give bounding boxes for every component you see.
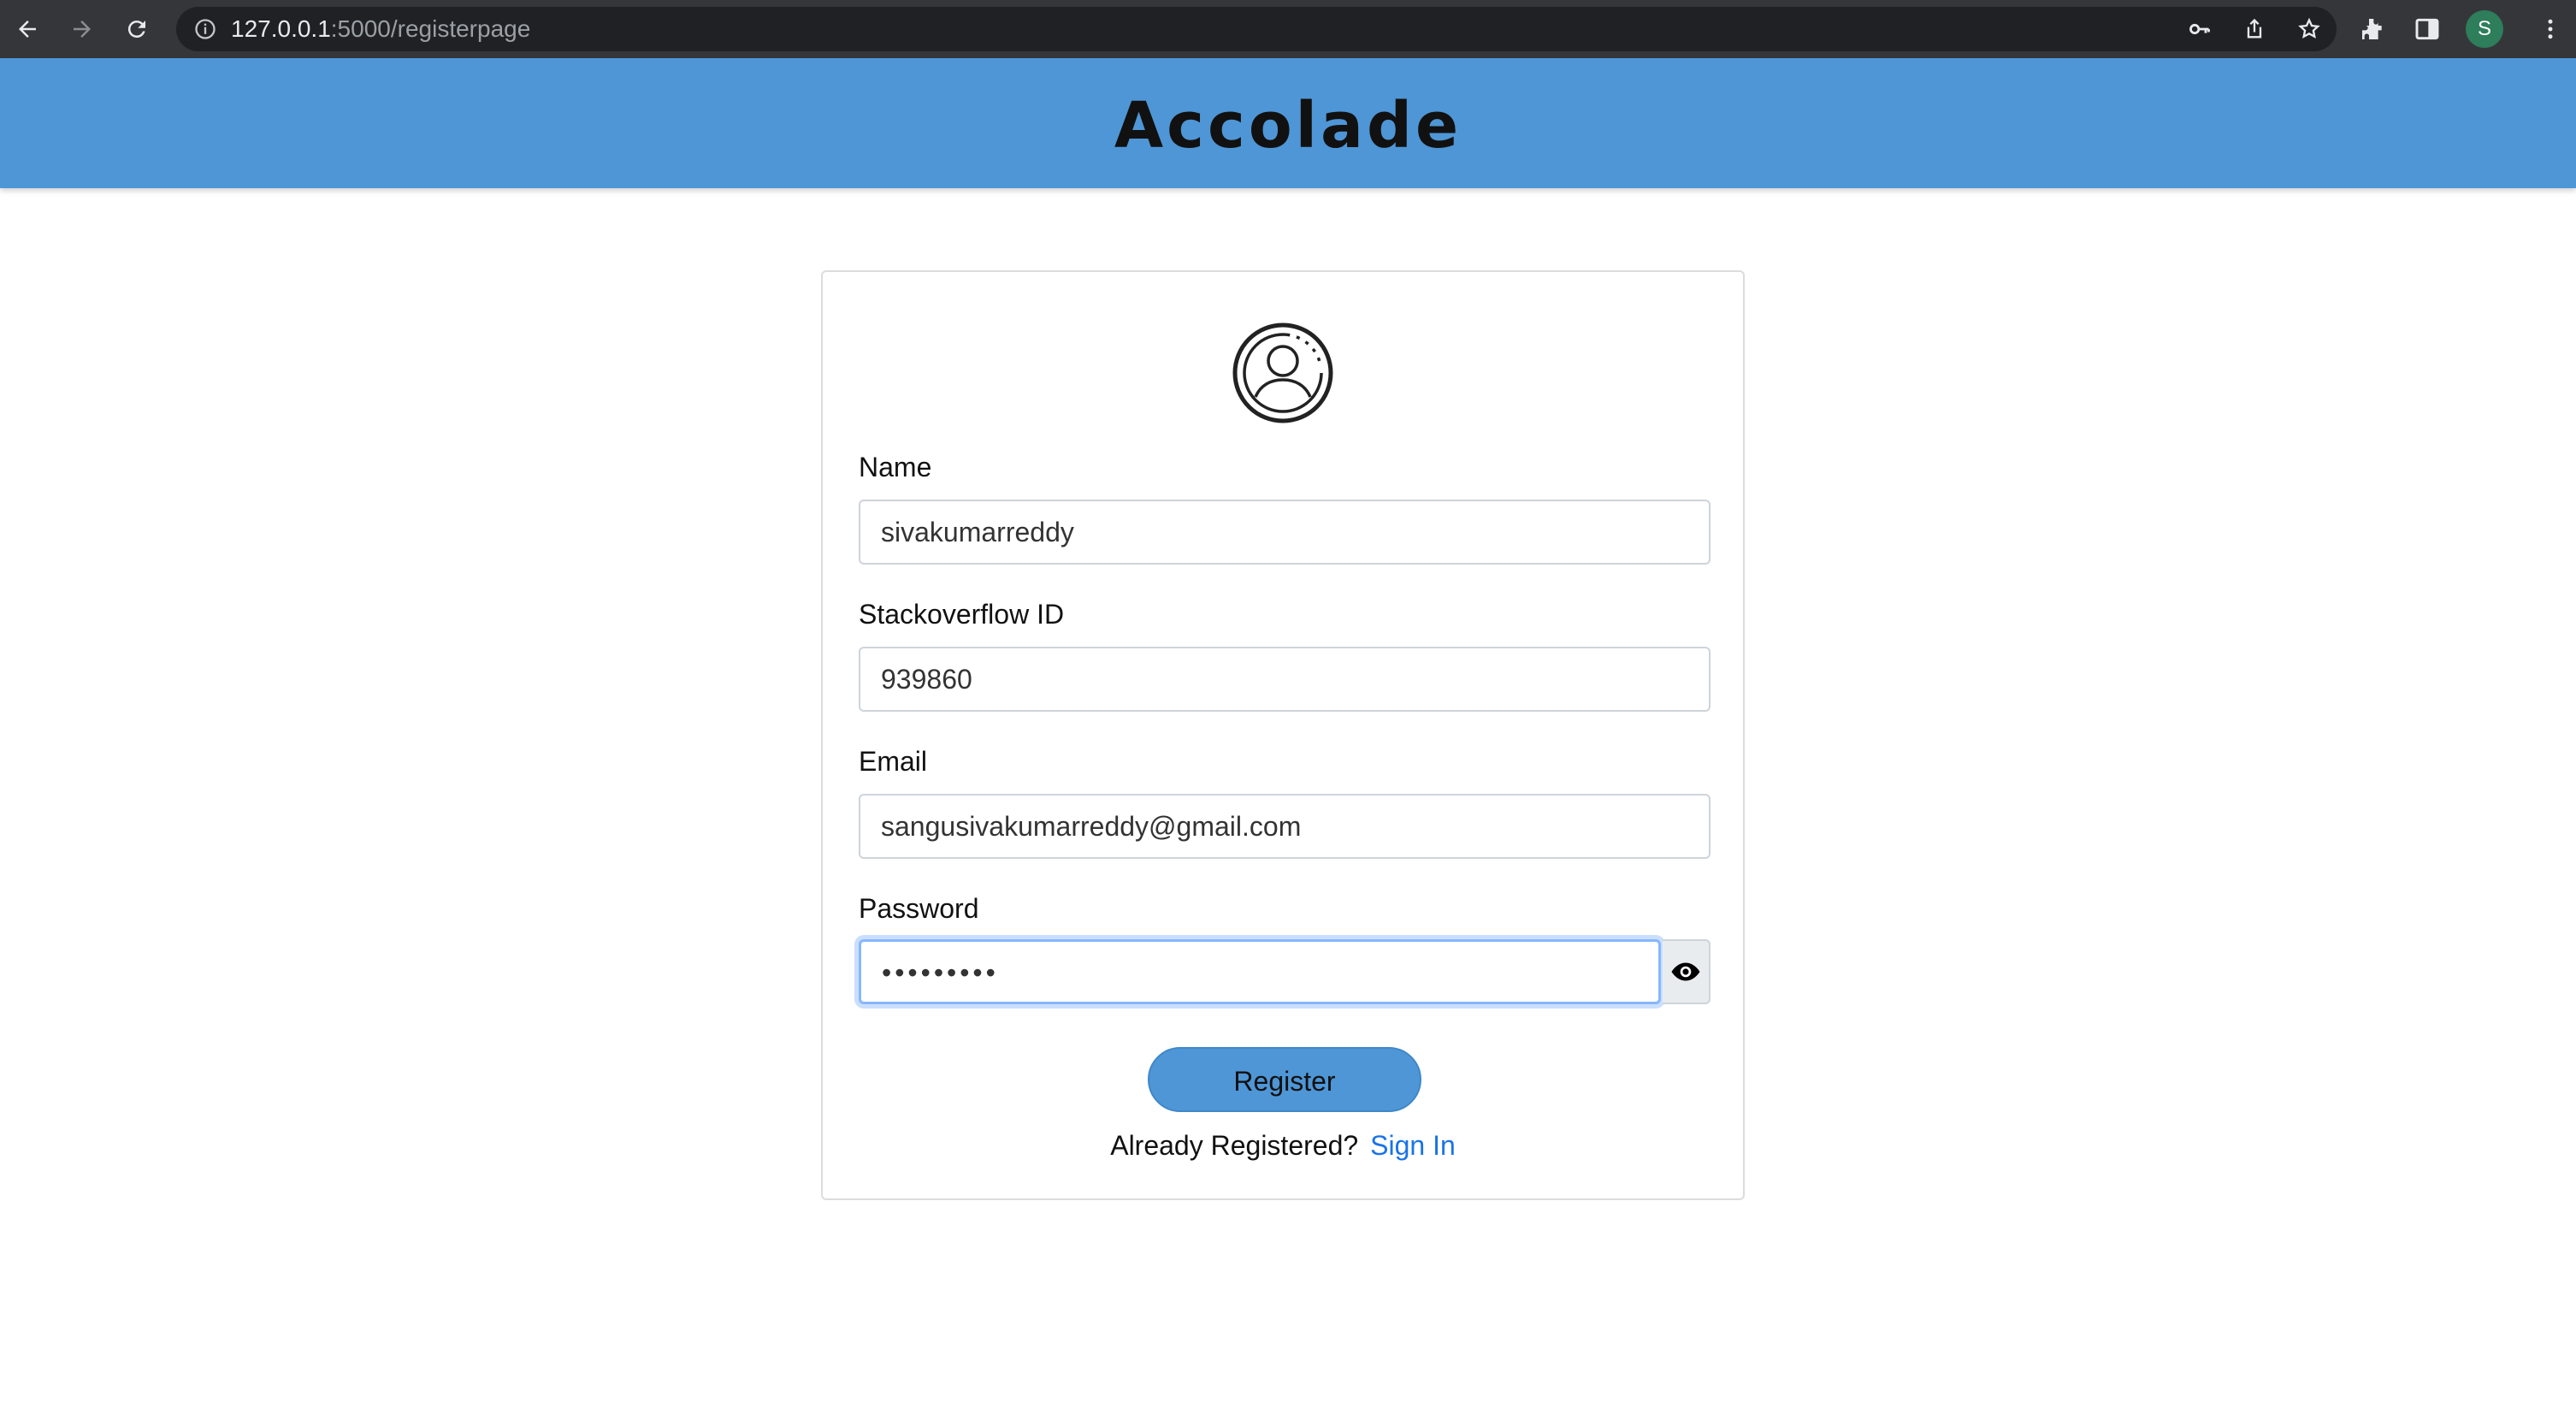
- address-bar[interactable]: 127.0.0.1:5000/registerpage: [176, 7, 2337, 51]
- reload-icon[interactable]: [118, 10, 156, 48]
- extensions-icon[interactable]: [2355, 12, 2390, 46]
- password-toggle-button[interactable]: [1663, 939, 1710, 1004]
- forward-icon[interactable]: [63, 10, 101, 48]
- password-value: •••••••••: [882, 957, 999, 988]
- eye-icon: [1671, 962, 1700, 981]
- sign-in-link[interactable]: Sign In: [1370, 1130, 1456, 1161]
- side-panel-icon[interactable]: [2410, 12, 2444, 46]
- stackoverflow-id-label: Stackoverflow ID: [859, 599, 1065, 630]
- back-icon[interactable]: [9, 10, 46, 48]
- name-input[interactable]: sivakumarreddy: [859, 500, 1710, 565]
- bookmark-star-icon[interactable]: [2297, 17, 2321, 41]
- profile-avatar[interactable]: S: [2466, 10, 2503, 48]
- info-icon[interactable]: [193, 17, 217, 41]
- url-text: 127.0.0.1:5000/registerpage: [231, 15, 531, 42]
- register-card: Name sivakumarreddy Stackoverflow ID 939…: [821, 270, 1745, 1200]
- already-registered-text: Already Registered?: [1110, 1130, 1359, 1161]
- share-icon[interactable]: [2242, 17, 2266, 41]
- register-button[interactable]: Register: [1148, 1047, 1421, 1112]
- signin-prompt: Already Registered? Sign In: [823, 1130, 1743, 1162]
- email-input[interactable]: sangusivakumarreddy@gmail.com: [859, 794, 1710, 859]
- key-icon[interactable]: [2188, 17, 2212, 41]
- password-label: Password: [859, 893, 979, 924]
- stackoverflow-id-input[interactable]: 939860: [859, 647, 1710, 712]
- name-label: Name: [859, 452, 932, 482]
- menu-kebab-icon[interactable]: [2532, 10, 2569, 48]
- email-label: Email: [859, 746, 928, 777]
- user-circle-icon: [1232, 322, 1333, 423]
- brand-title: Accolade: [1114, 89, 1462, 163]
- browser-toolbar: 127.0.0.1:5000/registerpage S: [0, 0, 2576, 58]
- app-header: Accolade: [0, 58, 2576, 188]
- password-input[interactable]: •••••••••: [859, 939, 1661, 1004]
